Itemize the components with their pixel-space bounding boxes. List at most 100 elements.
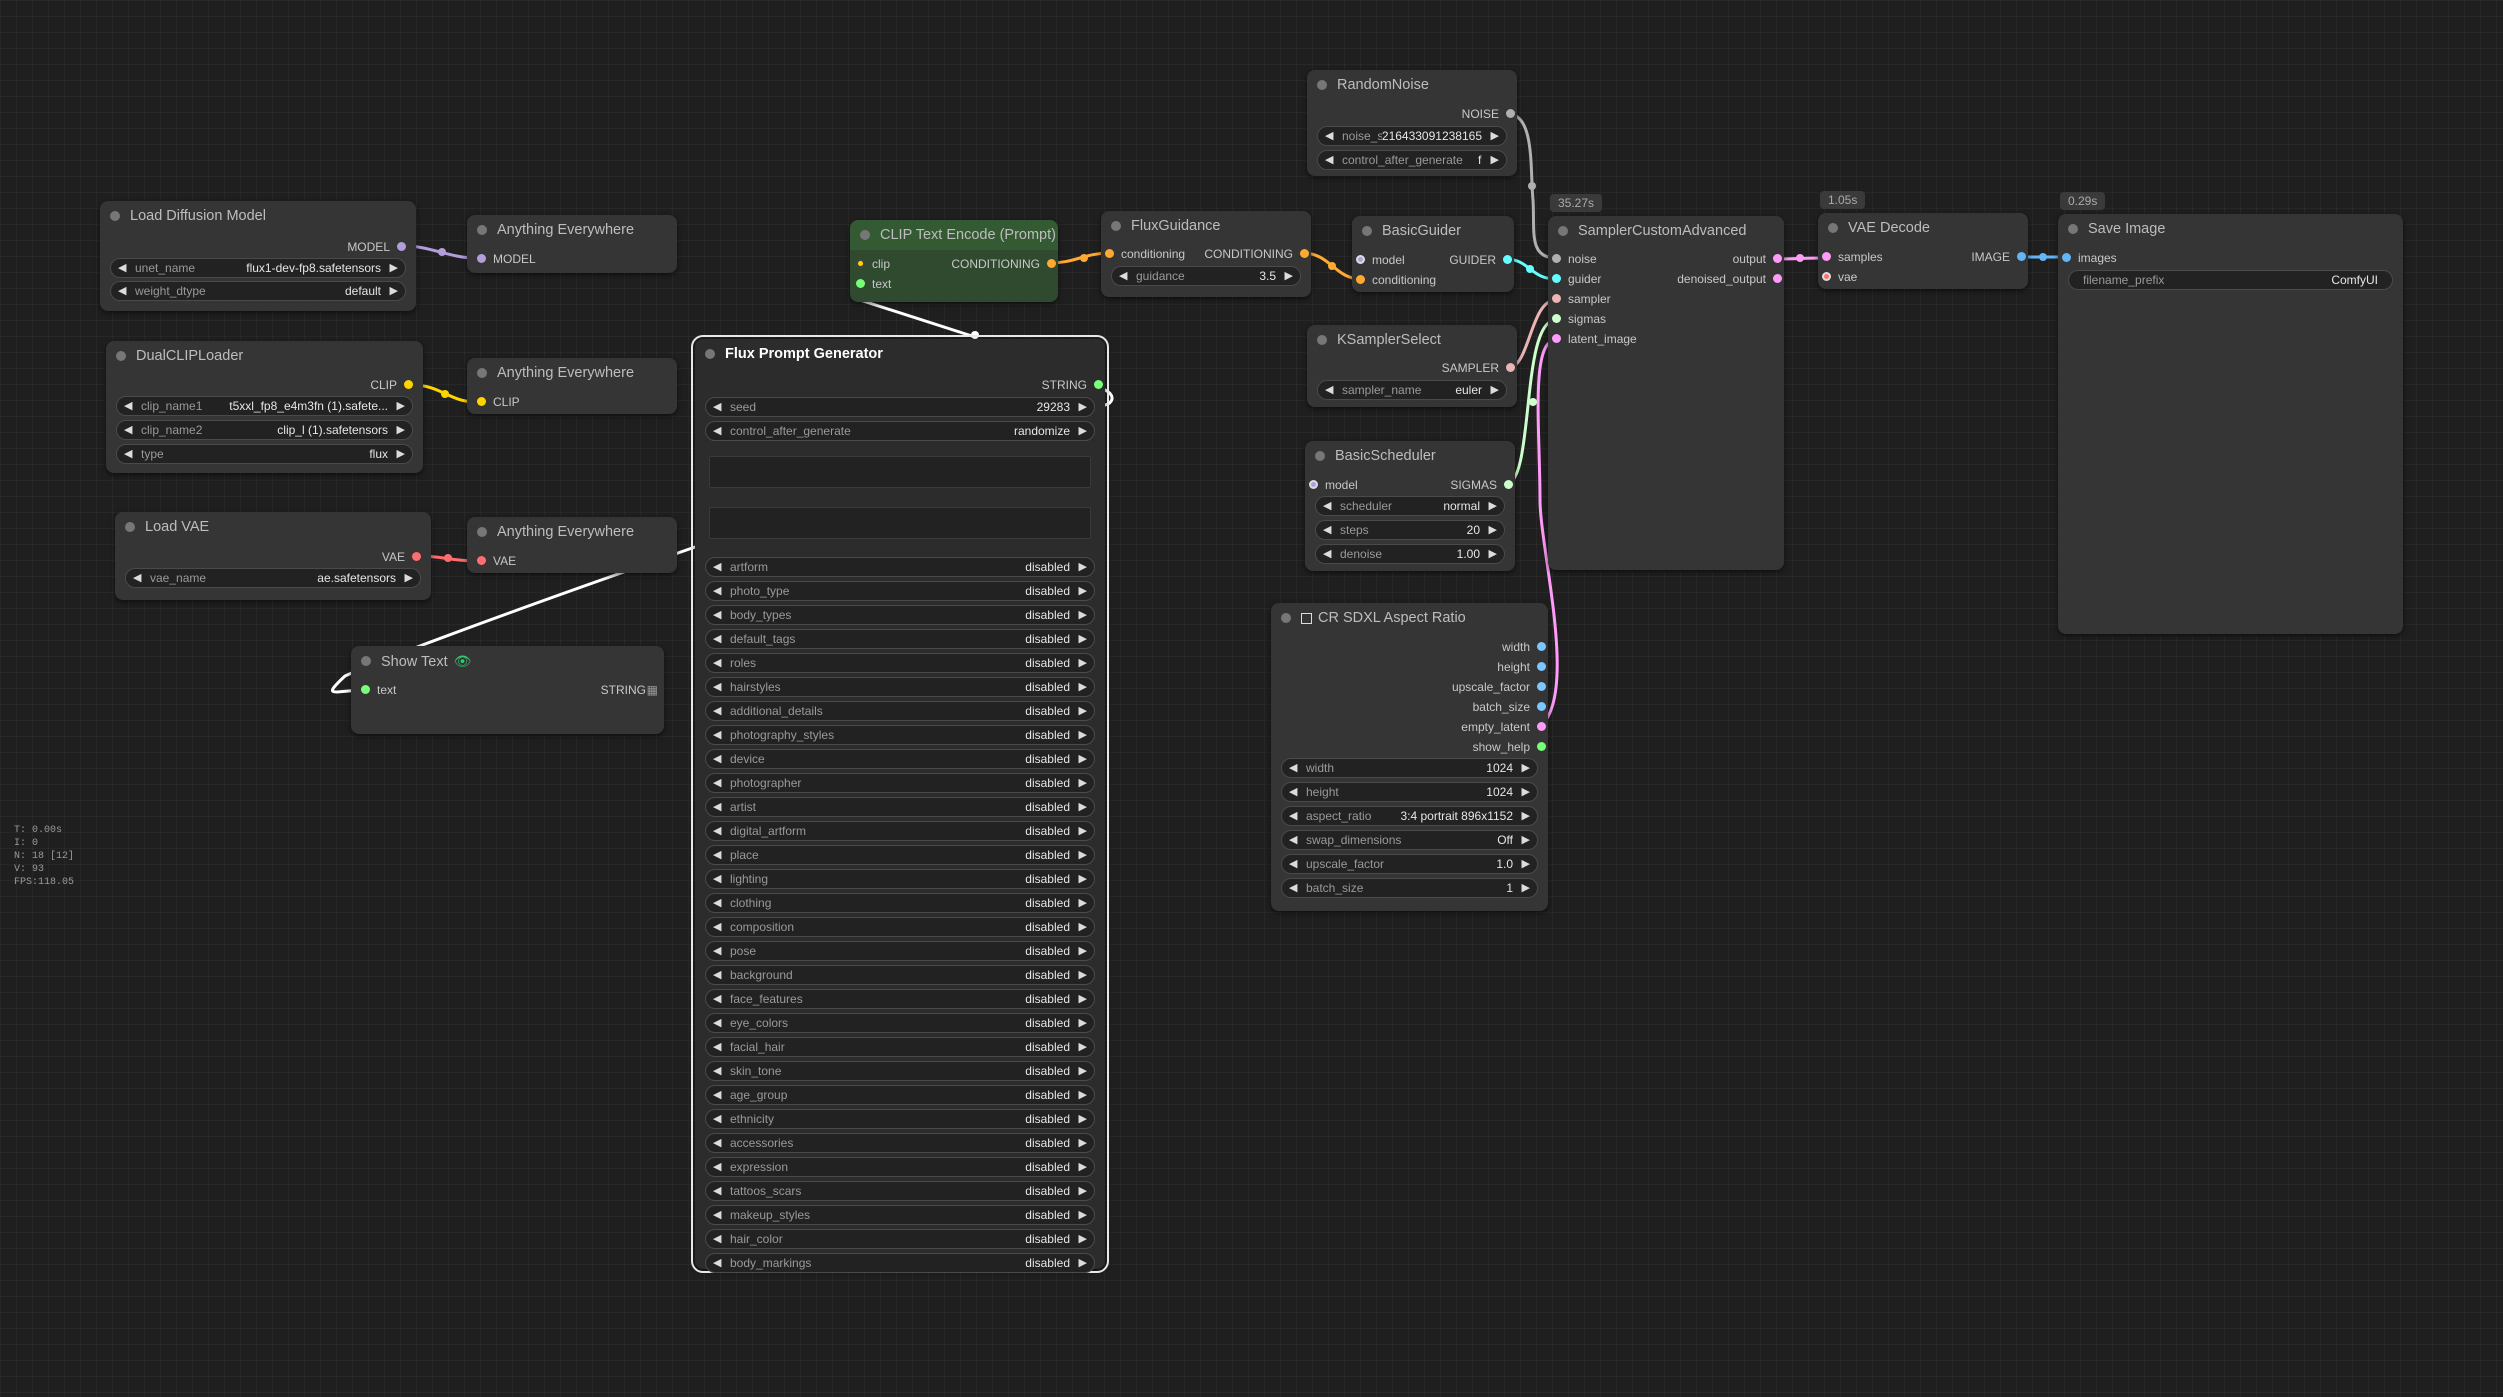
option-device[interactable]: ◀ device disabled ▶ xyxy=(705,749,1095,769)
input-sigmas[interactable]: sigmas xyxy=(1552,309,1606,329)
output-empty-latent[interactable]: empty_latent xyxy=(1461,717,1546,737)
arrow-left-icon[interactable]: ◀ xyxy=(124,445,132,463)
arrow-left-icon[interactable]: ◀ xyxy=(713,1134,721,1152)
collapse-dot-icon[interactable] xyxy=(1315,451,1325,461)
arrow-left-icon[interactable]: ◀ xyxy=(713,606,721,624)
output-socket-icon[interactable] xyxy=(1503,255,1512,264)
arrow-right-icon[interactable]: ▶ xyxy=(1079,1230,1087,1248)
option-lighting[interactable]: ◀ lighting disabled ▶ xyxy=(705,869,1095,889)
arrow-left-icon[interactable]: ◀ xyxy=(713,678,721,696)
arrow-right-icon[interactable]: ▶ xyxy=(390,282,398,300)
output-socket-icon[interactable] xyxy=(412,552,421,561)
input-socket-icon[interactable] xyxy=(856,259,865,268)
arrow-left-icon[interactable]: ◀ xyxy=(713,1062,721,1080)
input-conditioning[interactable]: conditioning xyxy=(1105,244,1185,264)
arrow-right-icon[interactable]: ▶ xyxy=(1522,831,1530,849)
arrow-right-icon[interactable]: ▶ xyxy=(1079,422,1087,440)
arrow-right-icon[interactable]: ▶ xyxy=(1489,545,1497,563)
output-height[interactable]: height xyxy=(1497,657,1546,677)
widget-aspect-ratio[interactable]: ◀ aspect_ratio 3:4 portrait 896x1152 ▶ xyxy=(1281,806,1538,826)
checkbox-icon[interactable] xyxy=(1301,613,1312,624)
arrow-left-icon[interactable]: ◀ xyxy=(1289,783,1297,801)
output-socket-icon[interactable] xyxy=(1537,642,1546,651)
collapse-dot-icon[interactable] xyxy=(477,225,487,235)
arrow-left-icon[interactable]: ◀ xyxy=(118,259,126,277)
input-text[interactable]: text xyxy=(856,274,891,294)
collapse-dot-icon[interactable] xyxy=(705,349,715,359)
input-socket-icon[interactable] xyxy=(1822,252,1831,261)
arrow-left-icon[interactable]: ◀ xyxy=(713,774,721,792)
input-clip[interactable]: CLIP xyxy=(477,392,520,412)
widget-type[interactable]: ◀ type flux ▶ xyxy=(116,444,413,464)
collapse-dot-icon[interactable] xyxy=(1828,223,1838,233)
output-batch-size[interactable]: batch_size xyxy=(1473,697,1546,717)
option-photography-styles[interactable]: ◀ photography_styles disabled ▶ xyxy=(705,725,1095,745)
arrow-left-icon[interactable]: ◀ xyxy=(713,894,721,912)
node-title[interactable]: Anything Everywhere xyxy=(467,215,677,245)
output-socket-icon[interactable] xyxy=(1773,254,1782,263)
arrow-left-icon[interactable]: ◀ xyxy=(713,654,721,672)
widget-swap-dimensions[interactable]: ◀ swap_dimensions Off ▶ xyxy=(1281,830,1538,850)
input-vae[interactable]: vae xyxy=(1822,267,1857,287)
output-socket-icon[interactable] xyxy=(1537,722,1546,731)
arrow-right-icon[interactable]: ▶ xyxy=(1079,1014,1087,1032)
widget-control-after-generate[interactable]: ◀ control_after_generate randomize ▶ xyxy=(705,421,1095,441)
comfyui-canvas[interactable]: { "stats": {"t":"T: 0.00s","i":"I: 0","n… xyxy=(0,0,2503,1397)
widget-sampler-name[interactable]: ◀ sampler_name euler ▶ xyxy=(1317,380,1507,400)
arrow-left-icon[interactable]: ◀ xyxy=(1119,267,1127,285)
option-photo-type[interactable]: ◀ photo_type disabled ▶ xyxy=(705,581,1095,601)
node-anything-everywhere-vae[interactable]: Anything Everywhere VAE xyxy=(467,517,677,573)
option-tattoos-scars[interactable]: ◀ tattoos_scars disabled ▶ xyxy=(705,1181,1095,1201)
arrow-left-icon[interactable]: ◀ xyxy=(713,798,721,816)
output-denoised-output[interactable]: denoised_output xyxy=(1677,269,1782,289)
input-vae[interactable]: VAE xyxy=(477,551,516,571)
input-socket-icon[interactable] xyxy=(1105,249,1114,258)
prompt-textbox-1[interactable] xyxy=(709,456,1091,488)
node-title[interactable]: BasicGuider xyxy=(1352,216,1514,246)
arrow-right-icon[interactable]: ▶ xyxy=(1079,822,1087,840)
node-title[interactable]: Show Text 👁 xyxy=(351,646,664,676)
arrow-left-icon[interactable]: ◀ xyxy=(124,397,132,415)
node-title[interactable]: CR SDXL Aspect Ratio xyxy=(1271,603,1548,633)
option-hair-color[interactable]: ◀ hair_color disabled ▶ xyxy=(705,1229,1095,1249)
output-width[interactable]: width xyxy=(1502,637,1546,657)
arrow-left-icon[interactable]: ◀ xyxy=(1323,545,1331,563)
arrow-right-icon[interactable]: ▶ xyxy=(1079,1134,1087,1152)
node-title[interactable]: BasicScheduler xyxy=(1305,441,1515,471)
widget-vae-name[interactable]: ◀ vae_name ae.safetensors ▶ xyxy=(125,568,421,588)
collapse-dot-icon[interactable] xyxy=(1281,613,1291,623)
arrow-right-icon[interactable]: ▶ xyxy=(1079,846,1087,864)
arrow-right-icon[interactable]: ▶ xyxy=(1079,678,1087,696)
collapse-dot-icon[interactable] xyxy=(1111,221,1121,231)
arrow-right-icon[interactable]: ▶ xyxy=(1079,582,1087,600)
arrow-right-icon[interactable]: ▶ xyxy=(390,259,398,277)
node-clip-text-encode[interactable]: CLIP Text Encode (Prompt) clip text COND… xyxy=(850,220,1058,302)
node-title[interactable]: DualCLIPLoader xyxy=(106,341,423,371)
input-socket-icon[interactable] xyxy=(1822,272,1831,281)
widget-unet-name[interactable]: ◀ unet_name flux1-dev-fp8.safetensors ▶ xyxy=(110,258,406,278)
option-pose[interactable]: ◀ pose disabled ▶ xyxy=(705,941,1095,961)
arrow-left-icon[interactable]: ◀ xyxy=(118,282,126,300)
prompt-textbox-2[interactable] xyxy=(709,507,1091,539)
node-dualcliploader[interactable]: DualCLIPLoader CLIP ◀ clip_name1 t5xxl_fp8… xyxy=(106,341,423,473)
widget-height[interactable]: ◀ height 1024 ▶ xyxy=(1281,782,1538,802)
input-socket-icon[interactable] xyxy=(477,254,486,263)
arrow-right-icon[interactable]: ▶ xyxy=(1079,558,1087,576)
arrow-left-icon[interactable]: ◀ xyxy=(713,726,721,744)
output-clip[interactable]: CLIP xyxy=(370,375,413,395)
option-skin-tone[interactable]: ◀ skin_tone disabled ▶ xyxy=(705,1061,1095,1081)
arrow-left-icon[interactable]: ◀ xyxy=(1289,807,1297,825)
arrow-left-icon[interactable]: ◀ xyxy=(1323,497,1331,515)
arrow-left-icon[interactable]: ◀ xyxy=(1325,151,1333,169)
output-socket-icon[interactable] xyxy=(404,380,413,389)
node-title[interactable]: FluxGuidance xyxy=(1101,211,1311,241)
output-image[interactable]: IMAGE xyxy=(1971,247,2026,267)
collapse-dot-icon[interactable] xyxy=(361,656,371,666)
arrow-right-icon[interactable]: ▶ xyxy=(1079,1110,1087,1128)
widget-guidance[interactable]: ◀ guidance 3.5 ▶ xyxy=(1111,266,1301,286)
output-socket-icon[interactable] xyxy=(1300,249,1309,258)
output-string[interactable]: STRING xyxy=(1042,375,1103,395)
output-socket-icon[interactable] xyxy=(1506,109,1515,118)
input-latent-image[interactable]: latent_image xyxy=(1552,329,1637,349)
arrow-left-icon[interactable]: ◀ xyxy=(713,966,721,984)
